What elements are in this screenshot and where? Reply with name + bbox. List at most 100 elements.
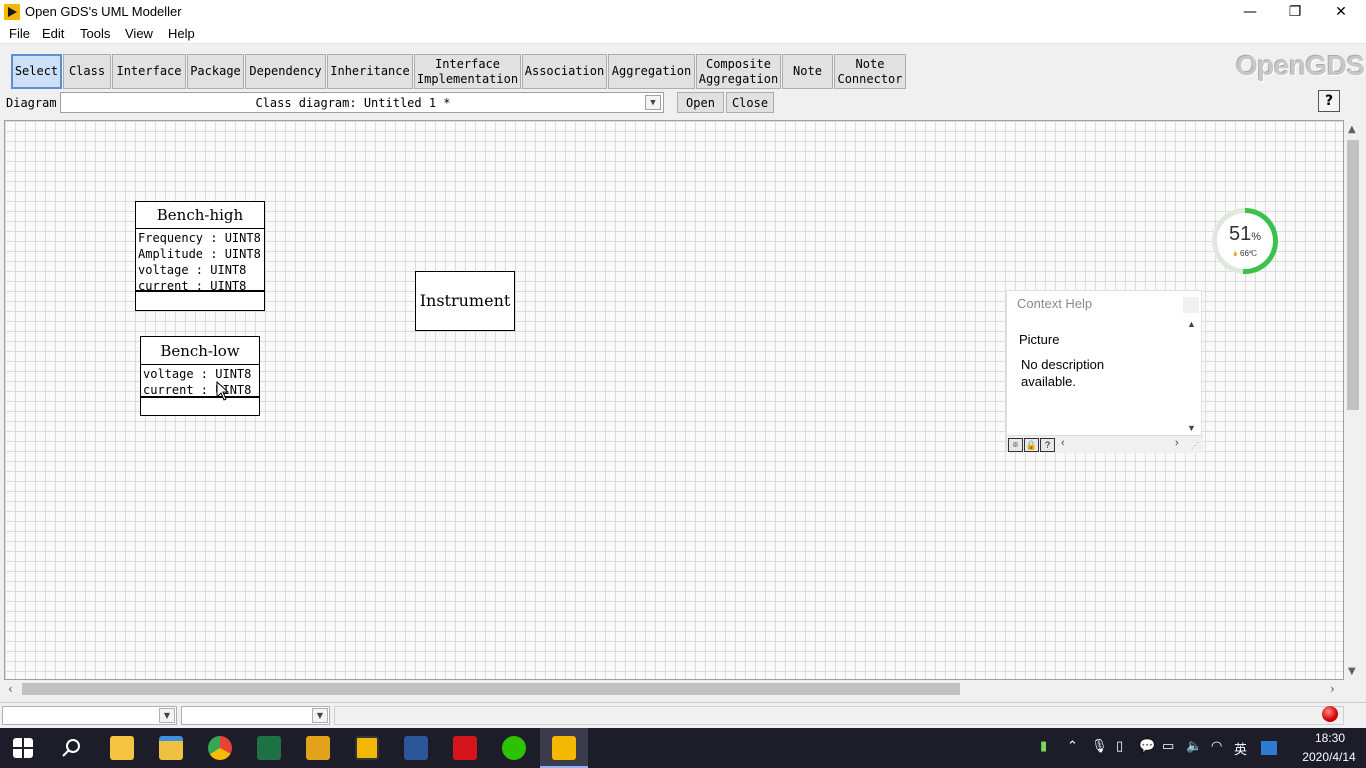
- diagram-label: Diagram: [6, 96, 57, 110]
- tool-interface-implementation-button[interactable]: Interface Implementation: [414, 54, 521, 89]
- restore-button[interactable]: ❐: [1272, 0, 1318, 24]
- scroll-up-icon[interactable]: ▲: [1187, 319, 1196, 329]
- status-text-field: [334, 706, 1344, 725]
- class-attribute: Frequency : UINT8: [138, 231, 261, 245]
- file-explorer-icon[interactable]: [159, 736, 183, 760]
- wechat-icon[interactable]: [502, 736, 526, 760]
- scroll-left-icon[interactable]: ‹: [1061, 437, 1065, 449]
- close-window-button[interactable]: ✕: [1318, 0, 1364, 24]
- tool-class-button[interactable]: Class: [63, 54, 111, 89]
- tool-package-button[interactable]: Package: [187, 54, 244, 89]
- class-name: Bench-low: [141, 337, 259, 365]
- class-operations: [141, 398, 259, 415]
- window-title: Open GDS's UML Modeller: [25, 4, 182, 19]
- class-attributes: voltage : UINT8 current : UINT8: [141, 365, 259, 398]
- scroll-right-icon[interactable]: ›: [1175, 437, 1179, 449]
- ifly-icon[interactable]: [1261, 741, 1277, 755]
- tool-composite-aggregation-button[interactable]: Composite Aggregation: [696, 54, 781, 89]
- tool-aggregation-button[interactable]: Aggregation: [608, 54, 695, 89]
- menu-view[interactable]: View: [125, 26, 153, 41]
- usb-icon[interactable]: ▯: [1116, 739, 1123, 754]
- tool-interface-button[interactable]: Interface: [112, 54, 186, 89]
- uml-class-instrument[interactable]: Instrument: [415, 271, 515, 331]
- scroll-left-icon[interactable]: ‹: [8, 682, 13, 696]
- chrome-icon[interactable]: [208, 736, 232, 760]
- chevron-up-icon[interactable]: ⌃: [1067, 739, 1078, 754]
- resize-grip-icon[interactable]: ⋰: [1191, 441, 1199, 450]
- menu-tools[interactable]: Tools: [80, 26, 110, 41]
- vi-app-icon[interactable]: [306, 736, 330, 760]
- class-attribute: current : UINT8: [143, 383, 252, 397]
- class-attributes: Frequency : UINT8 Amplitude : UINT8 volt…: [136, 229, 264, 293]
- status-combo-2[interactable]: ▼: [181, 706, 330, 725]
- microphone-icon[interactable]: 🎙: [1091, 739, 1108, 754]
- wechat-tray-icon[interactable]: 💬: [1139, 739, 1155, 754]
- wifi-icon[interactable]: ◠: [1211, 739, 1222, 754]
- windows-start-icon[interactable]: [13, 738, 33, 758]
- uml-class-bench-low[interactable]: Bench-low voltage : UINT8 current : UINT…: [140, 336, 260, 416]
- context-help-close-button[interactable]: [1183, 297, 1199, 313]
- search-icon[interactable]: [62, 738, 82, 758]
- highlight-icon[interactable]: ⌾: [1008, 438, 1023, 452]
- minimize-button[interactable]: —: [1227, 0, 1273, 24]
- cpu-usage-gauge: 51% 🌢 66℃: [1212, 208, 1278, 274]
- chevron-down-icon[interactable]: ▼: [159, 708, 175, 723]
- tool-select-button[interactable]: Select: [11, 54, 62, 89]
- stop-indicator-icon[interactable]: [1322, 706, 1338, 722]
- menu-bar: File Edit Tools View Help: [0, 24, 1366, 44]
- diagram-select[interactable]: Class diagram: Untitled 1 * ▼: [60, 92, 664, 113]
- tool-inheritance-button[interactable]: Inheritance: [327, 54, 413, 89]
- clock-time[interactable]: 18:30: [1305, 731, 1355, 745]
- vertical-scroll-thumb[interactable]: [1347, 140, 1359, 410]
- scroll-right-icon[interactable]: ›: [1330, 682, 1335, 696]
- tool-association-button[interactable]: Association: [522, 54, 607, 89]
- labview-icon[interactable]: [552, 736, 576, 760]
- cpu-temperature: 66℃: [1240, 249, 1258, 258]
- word-icon[interactable]: [404, 736, 428, 760]
- context-help-toolbar: ⌾ 🔒 ? ‹ › ⋰: [1007, 435, 1203, 453]
- horizontal-scroll-thumb[interactable]: [22, 683, 960, 695]
- menu-help[interactable]: Help: [168, 26, 195, 41]
- chevron-down-icon[interactable]: ▼: [645, 95, 661, 110]
- class-attribute: voltage : UINT8: [138, 263, 247, 277]
- ime-indicator[interactable]: 英: [1234, 739, 1247, 758]
- tool-note-connector-button[interactable]: Note Connector: [834, 54, 906, 89]
- temperature-icon: 🌢: [1232, 249, 1238, 258]
- open-button[interactable]: Open: [677, 92, 724, 113]
- menu-file[interactable]: File: [9, 26, 30, 41]
- battery-icon[interactable]: ▮: [1040, 739, 1047, 754]
- cpu-percent-unit: %: [1251, 231, 1262, 243]
- context-help-scrollbar[interactable]: ▲ ▼: [1185, 319, 1199, 433]
- help-icon[interactable]: ?: [1040, 438, 1055, 452]
- help-icon[interactable]: ?: [1318, 90, 1340, 112]
- cpu-percent: 51: [1228, 223, 1252, 245]
- chevron-down-icon[interactable]: ▼: [312, 708, 328, 723]
- restore-icon: ❐: [1288, 4, 1302, 20]
- context-help-window: Context Help Picture No description avai…: [1006, 290, 1203, 453]
- mouse-cursor-icon: [216, 381, 230, 401]
- explorer-folder-icon[interactable]: [110, 736, 134, 760]
- context-help-body: No description available.: [1021, 357, 1105, 389]
- class-name: Bench-high: [136, 202, 264, 229]
- close-diagram-button[interactable]: Close: [726, 92, 774, 113]
- tool-note-button[interactable]: Note: [782, 54, 833, 89]
- tool-dependency-button[interactable]: Dependency: [245, 54, 326, 89]
- labview-app-icon: [4, 4, 20, 20]
- clock-date[interactable]: 2020/4/14: [1294, 750, 1364, 764]
- lock-icon[interactable]: 🔒: [1024, 438, 1039, 452]
- scroll-down-icon[interactable]: ▼: [1348, 666, 1356, 677]
- uml-class-bench-high[interactable]: Bench-high Frequency : UINT8 Amplitude :…: [135, 201, 265, 311]
- excel-icon[interactable]: [257, 736, 281, 760]
- scroll-up-icon[interactable]: ▲: [1348, 124, 1356, 135]
- context-help-title: Context Help: [1017, 296, 1093, 311]
- scroll-down-icon[interactable]: ▼: [1187, 423, 1196, 433]
- ebook-app-icon[interactable]: [355, 736, 379, 760]
- status-combo-1[interactable]: ▼: [2, 706, 177, 725]
- menu-edit[interactable]: Edit: [42, 26, 64, 41]
- acrobat-icon[interactable]: [453, 736, 477, 760]
- class-name: Instrument: [419, 291, 511, 310]
- close-icon: ✕: [1335, 4, 1347, 20]
- network-icon[interactable]: ▭: [1162, 739, 1174, 754]
- volume-icon[interactable]: 🔈: [1186, 739, 1202, 754]
- context-help-heading: Picture: [1019, 332, 1060, 347]
